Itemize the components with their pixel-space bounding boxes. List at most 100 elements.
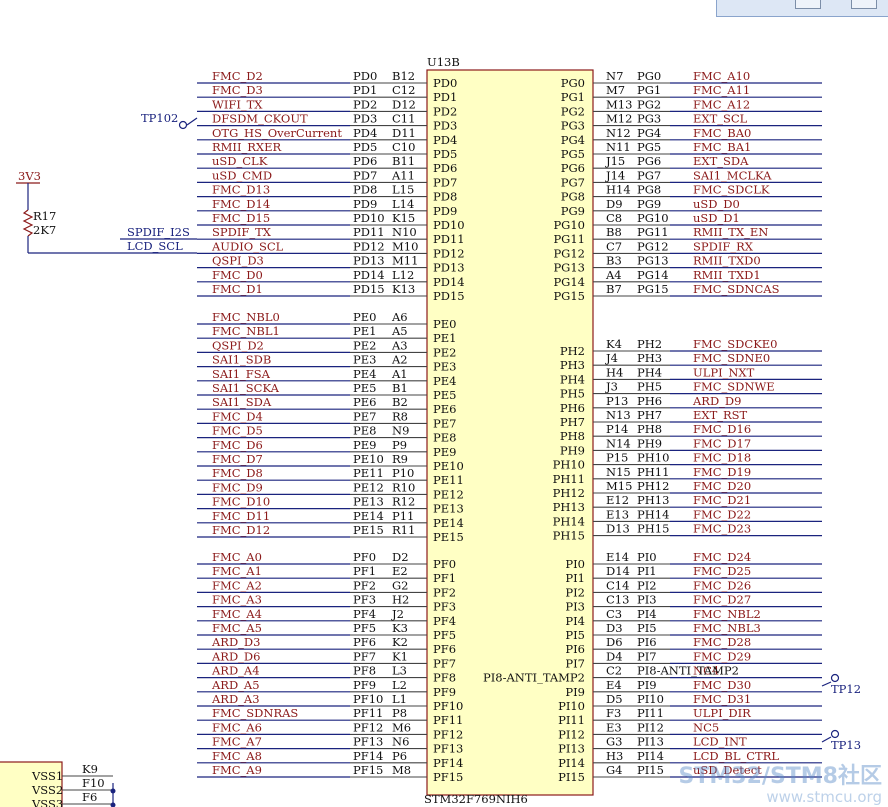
left-pin-number: PF12 (353, 720, 383, 734)
left-pin-number: PD14 (353, 268, 385, 282)
right-pin-name: PI1 (565, 571, 585, 585)
right-pin-name: PG2 (561, 104, 585, 118)
right-ball-id: C7 (606, 239, 622, 253)
right-pin-number: PI11 (637, 706, 664, 720)
right-ball-id: C3 (606, 607, 622, 621)
right-net-label: NC5 (693, 720, 719, 734)
testpoint-tp102-circle (178, 120, 188, 130)
right-net-label: RMII_TXD0 (693, 254, 761, 268)
right-pin-number: PI12 (637, 720, 664, 734)
left-ball-id: R11 (392, 523, 415, 537)
left-ball-id: L3 (392, 664, 407, 678)
left-pin-number: PE14 (353, 509, 384, 523)
left-net-label: SAI1_SDA (212, 395, 272, 409)
right-pin-name: PG10 (553, 218, 585, 232)
right-net-label: FMC_SDNWE (693, 380, 775, 394)
left-net-label: SPDIF_TX (212, 225, 272, 239)
left-ball-id: M10 (392, 239, 418, 253)
left-pin-name: PF12 (433, 727, 463, 741)
right-pin-name: PI10 (558, 699, 585, 713)
left-pin-name: PF6 (433, 642, 456, 656)
left-pin-name: PE7 (433, 416, 456, 430)
left-pin-number: PE4 (353, 367, 376, 381)
right-ball-id: D6 (606, 635, 623, 649)
right-ball-id: D9 (606, 197, 623, 211)
right-pin-name: PI9 (565, 685, 585, 699)
left-pin-number: PE10 (353, 452, 384, 466)
chip-ref: U13B (427, 55, 460, 69)
left-pin-name: PD6 (433, 161, 457, 175)
right-pin-number: PH3 (637, 351, 662, 365)
left-pin-name: PE12 (433, 487, 464, 501)
right-pin-name: PI8-ANTI_TAMP2 (483, 671, 585, 685)
right-ball-id: N15 (606, 465, 631, 479)
vss-ball-id: F10 (82, 776, 105, 790)
right-pin-number: PI15 (637, 763, 664, 777)
testpoint-tp13-wire (821, 736, 832, 743)
right-ball-id: B7 (606, 282, 622, 296)
right-pin-name: PI0 (565, 557, 585, 571)
left-pin-name: PD0 (433, 76, 457, 90)
right-ball-id: E13 (606, 507, 629, 521)
right-ball-id: P13 (606, 394, 628, 408)
right-net-label: FMC_D21 (693, 493, 751, 507)
left-pin-number: PE9 (353, 438, 376, 452)
left-pin-number: PD3 (353, 112, 377, 126)
left-pin-name: PD7 (433, 175, 457, 189)
right-net-label: RMII_TXD1 (693, 268, 761, 282)
left-net-label: ARD_A3 (211, 692, 260, 706)
right-pin-name: PG4 (561, 133, 585, 147)
right-pin-name: PG8 (561, 190, 585, 204)
right-net-label: FMC_SDCLK (693, 183, 770, 197)
right-ball-id: C2 (606, 664, 622, 678)
testpoint-tp12-circle (830, 673, 840, 683)
left-ball-id: E2 (392, 564, 408, 578)
right-net-label: ULPI_DIR (693, 706, 751, 720)
left-ball-id: A11 (391, 168, 415, 182)
right-ball-id: D13 (606, 522, 630, 536)
right-pin-name: PG6 (561, 161, 585, 175)
left-pin-number: PD2 (353, 97, 377, 111)
right-ball-id: D14 (606, 564, 630, 578)
net-label-lcd-scl: LCD_SCL (127, 239, 183, 253)
left-ball-id: P6 (392, 749, 407, 763)
right-net-label: SAI1_MCLKA (693, 168, 772, 182)
right-net-label: uSD_D1 (693, 211, 740, 225)
left-net-label: FMC_A4 (212, 607, 262, 621)
right-ball-id: N12 (606, 126, 631, 140)
left-net-label: ARD_D3 (211, 635, 260, 649)
right-ball-id: M12 (606, 112, 632, 126)
right-net-label: FMC_D22 (693, 507, 751, 521)
left-ball-id: K15 (392, 211, 415, 225)
watermark: STM32/STM8社区 www.stmcu.org (679, 765, 882, 806)
left-ball-id: D11 (392, 126, 416, 140)
left-net-label: SAI1_FSA (212, 367, 271, 381)
vss-junction (110, 788, 116, 794)
left-pin-number: PF14 (353, 749, 383, 763)
right-pin-name: PH15 (553, 529, 585, 543)
right-pin-number: PG8 (637, 183, 661, 197)
right-ball-id: J15 (605, 154, 625, 168)
watermark-url: www.stmcu.org (766, 788, 882, 806)
left-net-label: FMC_A5 (212, 621, 262, 635)
left-pin-number: PD13 (353, 254, 385, 268)
right-net-label: FMC_SDNE0 (693, 351, 770, 365)
left-ball-id: L15 (392, 183, 414, 197)
right-net-label: FMC_D16 (693, 422, 751, 436)
right-ball-id: H4 (606, 365, 623, 379)
left-net-label: uSD_CLK (212, 154, 268, 168)
left-net-label: ARD_A5 (211, 678, 260, 692)
left-ball-id: A3 (391, 338, 408, 352)
left-ball-id: L1 (392, 692, 407, 706)
left-pin-number: PD0 (353, 69, 377, 83)
left-net-label: FMC_D11 (212, 509, 270, 523)
left-pin-name: PD4 (433, 133, 457, 147)
left-pin-name: PE8 (433, 431, 456, 445)
right-net-label: FMC_D17 (693, 436, 751, 450)
right-pin-number: PI5 (637, 621, 657, 635)
right-pin-name: PH13 (553, 500, 585, 514)
left-ball-id: K13 (392, 282, 415, 296)
right-pin-number: PI4 (637, 607, 657, 621)
right-ball-id: N11 (606, 140, 631, 154)
right-net-label: FMC_SDCKE0 (693, 337, 778, 351)
